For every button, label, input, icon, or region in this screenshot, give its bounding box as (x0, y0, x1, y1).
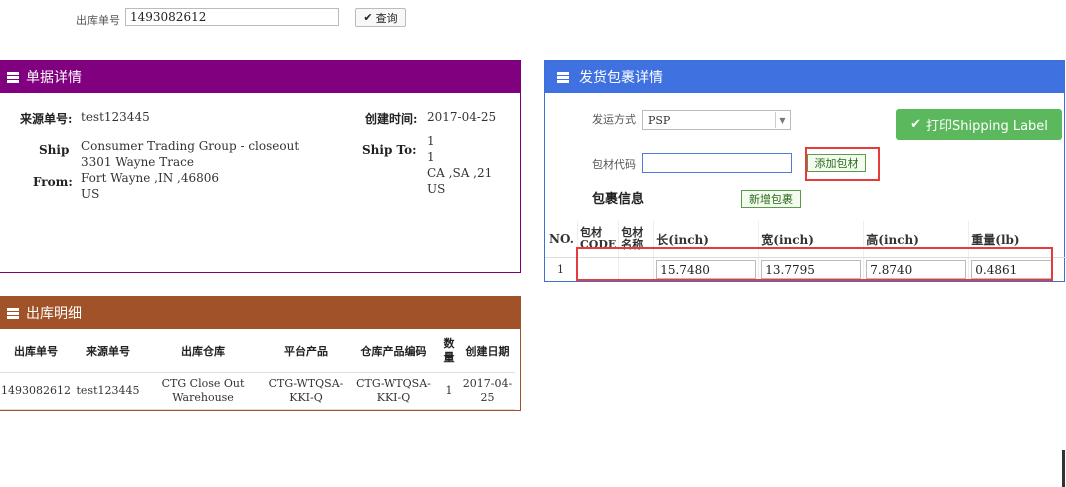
search-button[interactable]: ✔ 查询 (355, 8, 406, 27)
column-header: 包材CODE (577, 221, 620, 258)
weight-cell (969, 258, 1066, 282)
ship-to-address: 1 1 CA ,SA ,21 US (427, 133, 492, 197)
ship-from-label: Ship (39, 143, 70, 157)
package-details-panel: 发货包裹详情 发运方式 PSP ▼ ✔ 打印Shipping Label 包材代… (544, 60, 1066, 282)
material-code-cell (577, 257, 620, 281)
warehouse-cell: CTG Close Out Warehouse (143, 372, 263, 410)
ship-from-address: Consumer Trading Group - closeout 3301 W… (81, 138, 299, 202)
chevron-down-icon: ▼ (775, 112, 789, 128)
address-line: Consumer Trading Group - closeout (81, 139, 300, 153)
search-label: 出库单号 (76, 14, 120, 27)
column-header: 出库仓库 (143, 329, 263, 373)
column-header: 长(inch) (653, 221, 760, 258)
package-details-header: 发货包裹详情 (545, 61, 1064, 93)
table-header-row: 出库单号 来源单号 出库仓库 平台产品 仓库产品编码 数量 创建日期 (0, 329, 515, 373)
created-value: 2017-04-25 (427, 110, 497, 124)
new-package-button[interactable]: 新增包裹 (741, 190, 801, 208)
order-details-title: 单据详情 (26, 70, 82, 86)
package-details-title: 发货包裹详情 (579, 70, 663, 86)
list-icon (557, 71, 569, 83)
address-line: US (427, 182, 446, 196)
column-header: 来源单号 (73, 329, 143, 373)
source-no-value: test123445 (81, 110, 150, 124)
address-line: 1 (427, 150, 435, 164)
quantity-cell: 1 (438, 372, 460, 410)
ship-to-label: Ship To: (362, 143, 417, 157)
ship-method-value: PSP (648, 113, 671, 127)
material-code-label: 包材代码 (592, 158, 636, 171)
material-name-cell (618, 257, 655, 281)
height-input[interactable] (866, 260, 967, 279)
print-shipping-label-button[interactable]: ✔ 打印Shipping Label (896, 109, 1062, 140)
table-row: 1493082612 test123445 CTG Close Out Ware… (0, 372, 515, 410)
row-number: 1 (545, 257, 578, 281)
print-button-label: 打印Shipping Label (925, 119, 1048, 134)
created-label: 创建时间: (365, 112, 418, 126)
weight-input[interactable] (971, 260, 1054, 279)
column-header: 出库单号 (0, 329, 73, 373)
column-header: 宽(inch) (758, 221, 865, 258)
column-header: 包材名称 (618, 221, 655, 258)
outbound-no-input[interactable] (125, 8, 339, 26)
source-no-cell: test123445 (73, 372, 143, 410)
package-info-title: 包裹信息 (592, 192, 645, 207)
table-header-row: NO. 包材CODE 包材名称 长(inch) 宽(inch) 高(inch) … (545, 221, 1066, 258)
outbound-details-panel: 出库明细 出库单号 来源单号 出库仓库 平台产品 仓库产品编码 数量 创建日期 … (0, 296, 521, 411)
list-icon (7, 71, 19, 83)
outbound-no-cell: 1493082612 (0, 372, 73, 410)
address-line: 3301 Wayne Trace (81, 155, 194, 169)
column-header: 创建日期 (460, 329, 515, 373)
column-header: 重量(lb) (968, 221, 1066, 258)
column-header: NO. (545, 221, 578, 258)
list-icon (7, 307, 19, 319)
height-cell (863, 257, 970, 281)
check-icon: ✔ (363, 11, 373, 24)
platform-product-cell: CTG-WTQSA-KKI-Q (263, 372, 349, 410)
order-details-header: 单据详情 (0, 61, 520, 93)
address-line: 1 (427, 134, 435, 148)
package-table: NO. 包材CODE 包材名称 长(inch) 宽(inch) 高(inch) … (545, 221, 1066, 281)
length-cell (653, 257, 760, 281)
created-date-cell: 2017-04-25 (460, 372, 515, 410)
length-input[interactable] (656, 260, 757, 279)
material-code-input[interactable] (642, 153, 792, 173)
table-row: 1 (545, 257, 1066, 282)
check-icon: ✔ (910, 117, 921, 132)
column-header: 数量 (438, 329, 460, 373)
column-header: 平台产品 (263, 329, 349, 373)
scrollbar-thumb[interactable] (1062, 450, 1065, 487)
outbound-table: 出库单号 来源单号 出库仓库 平台产品 仓库产品编码 数量 创建日期 14930… (0, 329, 515, 410)
ship-method-select[interactable]: PSP ▼ (642, 110, 791, 130)
add-material-button[interactable]: 添加包材 (807, 154, 866, 172)
address-line: CA ,SA ,21 (427, 166, 493, 180)
ship-from-label-2: From: (33, 175, 73, 189)
warehouse-code-cell: CTG-WTQSA-KKI-Q (349, 372, 438, 410)
search-button-label: 查询 (375, 11, 398, 25)
width-cell (758, 257, 865, 281)
outbound-details-title: 出库明细 (26, 306, 82, 322)
address-line: Fort Wayne ,IN ,46806 (81, 171, 219, 185)
outbound-details-header: 出库明细 (0, 297, 520, 329)
column-header: 仓库产品编码 (349, 329, 438, 373)
address-line: US (81, 187, 100, 201)
ship-method-label: 发运方式 (592, 113, 636, 126)
source-no-label: 来源单号: (20, 112, 73, 126)
column-header: 高(inch) (863, 221, 970, 258)
order-details-panel: 单据详情 来源单号: test123445 创建时间: 2017-04-25 S… (0, 60, 521, 273)
width-input[interactable] (761, 260, 862, 279)
